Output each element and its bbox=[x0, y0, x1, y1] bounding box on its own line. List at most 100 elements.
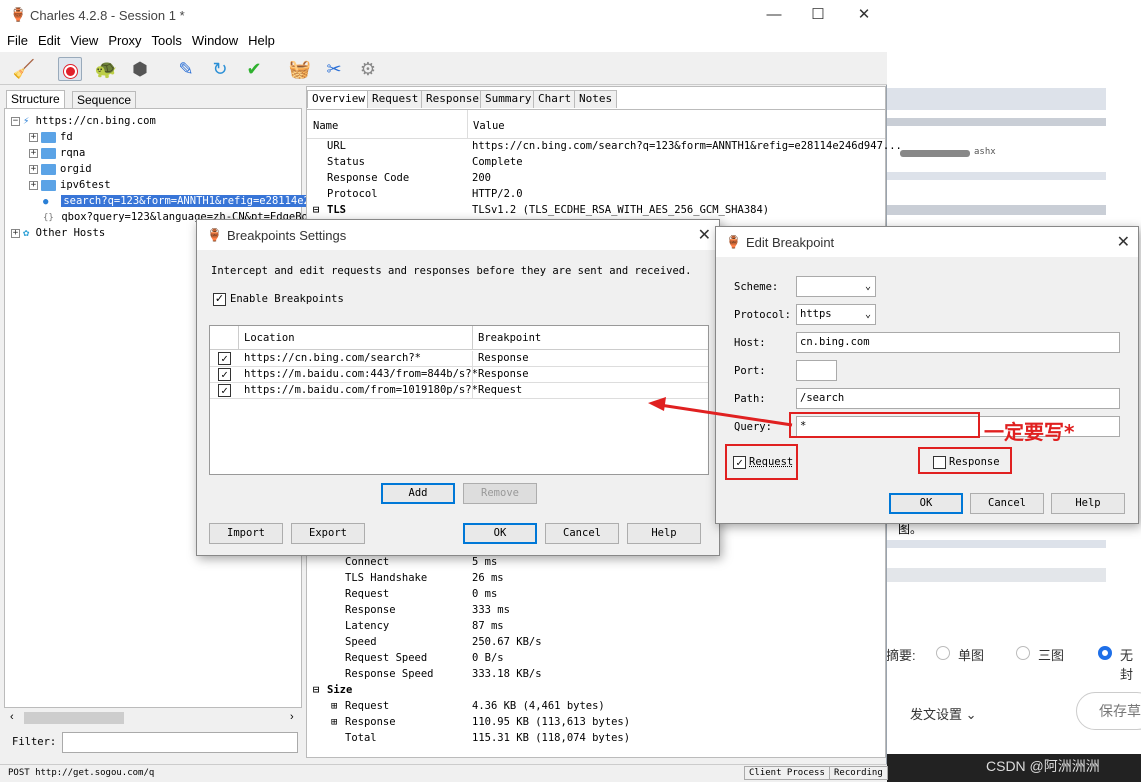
collapse-icon[interactable]: − bbox=[11, 116, 20, 126]
basket-icon[interactable]: 🧺 bbox=[288, 57, 312, 81]
menu-edit[interactable]: Edit bbox=[31, 30, 63, 48]
turtle-icon[interactable]: 🐢 bbox=[94, 57, 118, 81]
tree-host[interactable]: − ⚡ https://cn.bing.com bbox=[11, 113, 156, 129]
add-button[interactable]: Add bbox=[381, 483, 455, 504]
timing-row: Response 333 ms bbox=[345, 604, 510, 616]
radio-three[interactable] bbox=[1016, 646, 1030, 660]
dialog-title-bar: 🏺 Edit Breakpoint ✕ bbox=[716, 227, 1138, 257]
scroll-left-icon[interactable]: ‹ bbox=[10, 711, 14, 723]
annotation-text: 一定要写* bbox=[984, 420, 1075, 444]
save-draft-button[interactable]: 保存草 bbox=[1076, 692, 1141, 730]
tree-item[interactable]: + orgid bbox=[29, 161, 92, 177]
timing-row: Response Speed 333.18 KB/s bbox=[345, 668, 542, 680]
table-row[interactable]: ✓ https://m.baidu.com/from=1019180p/s?* … bbox=[210, 383, 708, 399]
import-button[interactable]: Import bbox=[209, 523, 283, 544]
tab-sequence[interactable]: Sequence bbox=[72, 91, 137, 109]
tree-other-hosts[interactable]: + ✿ Other Hosts bbox=[11, 225, 105, 241]
ok-button[interactable]: OK bbox=[889, 493, 963, 514]
expand-icon[interactable]: + bbox=[29, 148, 38, 158]
tab-structure[interactable]: Structure bbox=[6, 90, 65, 109]
expand-icon[interactable]: + bbox=[29, 180, 38, 190]
summary-label: 摘要: bbox=[886, 648, 916, 663]
publish-settings-link[interactable]: 发文设置 ⌄ bbox=[910, 704, 977, 723]
cancel-button[interactable]: Cancel bbox=[970, 493, 1044, 514]
menu-tools[interactable]: Tools bbox=[145, 30, 185, 48]
tab-summary[interactable]: Summary bbox=[480, 90, 537, 108]
radio-single[interactable] bbox=[936, 646, 950, 660]
ok-button[interactable]: OK bbox=[463, 523, 537, 544]
chevron-down-icon: ⌄ bbox=[965, 707, 977, 722]
request-icon: ● bbox=[43, 197, 49, 207]
lightning-icon: ⚡ bbox=[23, 115, 30, 127]
filter-input[interactable] bbox=[62, 732, 298, 753]
menu-window[interactable]: Window bbox=[185, 30, 241, 48]
enable-breakpoints-label: Enable Breakpoints bbox=[230, 293, 344, 305]
tree-item[interactable]: + fd bbox=[29, 129, 73, 145]
tab-notes[interactable]: Notes bbox=[574, 90, 618, 108]
json-icon: {} bbox=[43, 213, 54, 223]
expand-icon[interactable]: ⊟ bbox=[313, 202, 319, 218]
help-button[interactable]: Help bbox=[627, 523, 701, 544]
help-button[interactable]: Help bbox=[1051, 493, 1125, 514]
table-row[interactable]: ✓ https://m.baidu.com:443/from=844b/s?* … bbox=[210, 367, 708, 383]
cancel-button[interactable]: Cancel bbox=[545, 523, 619, 544]
menu-help[interactable]: Help bbox=[241, 30, 278, 48]
tab-chart[interactable]: Chart bbox=[533, 90, 577, 108]
path-input[interactable]: /search bbox=[796, 388, 1120, 409]
stop-icon[interactable]: ⬢ bbox=[128, 57, 152, 81]
port-input[interactable] bbox=[796, 360, 837, 381]
chevron-down-icon: ⌄ bbox=[864, 309, 871, 320]
maximize-icon[interactable]: ☐ bbox=[796, 4, 840, 26]
scheme-select[interactable]: ⌄ bbox=[796, 276, 876, 297]
protocol-select[interactable]: https ⌄ bbox=[796, 304, 876, 325]
tree-item-selected[interactable]: ● search?q=123&form=ANNTH1&refig=e28114e… bbox=[43, 193, 312, 209]
expand-icon[interactable]: + bbox=[11, 228, 20, 238]
host-input[interactable]: cn.bing.com bbox=[796, 332, 1120, 353]
expand-icon[interactable]: + bbox=[29, 164, 38, 174]
pen-icon[interactable]: ✎ bbox=[174, 57, 198, 81]
close-icon[interactable]: ✕ bbox=[1117, 232, 1130, 252]
status-bar: POST http://get.sogou.com/q Client Proce… bbox=[0, 764, 888, 782]
table-header: Location Breakpoint bbox=[210, 326, 708, 350]
record-icon[interactable] bbox=[58, 57, 82, 81]
tree-item[interactable]: + rqna bbox=[29, 145, 85, 161]
export-button[interactable]: Export bbox=[291, 523, 365, 544]
expand-icon[interactable]: + bbox=[29, 132, 38, 142]
expand-icon[interactable]: ⊞ bbox=[331, 698, 337, 714]
scroll-right-icon[interactable]: › bbox=[290, 711, 294, 723]
expand-icon[interactable]: ⊞ bbox=[331, 714, 337, 730]
close-icon[interactable]: ✕ bbox=[698, 225, 711, 245]
folder-icon bbox=[41, 179, 56, 191]
row-checkbox[interactable]: ✓ bbox=[218, 352, 231, 365]
menu-proxy[interactable]: Proxy bbox=[101, 30, 144, 48]
client-process-button[interactable]: Client Process bbox=[744, 766, 830, 780]
scheme-label: Scheme: bbox=[734, 281, 779, 293]
menu-bar: File Edit View Proxy Tools Window Help bbox=[0, 30, 887, 52]
tab-request[interactable]: Request bbox=[367, 90, 424, 108]
menu-view[interactable]: View bbox=[63, 30, 101, 48]
chevron-down-icon: ⌄ bbox=[864, 281, 871, 292]
radio-none[interactable] bbox=[1098, 646, 1112, 660]
refresh-icon[interactable]: ↻ bbox=[208, 57, 232, 81]
scroll-thumb[interactable] bbox=[24, 712, 124, 724]
check-icon[interactable]: ✔ bbox=[242, 57, 266, 81]
row-checkbox[interactable]: ✓ bbox=[218, 368, 231, 381]
tab-overview[interactable]: Overview bbox=[307, 90, 370, 108]
tab-response[interactable]: Response bbox=[421, 90, 484, 108]
gear-icon[interactable]: ⚙ bbox=[356, 57, 380, 81]
close-icon[interactable]: ✕ bbox=[842, 4, 886, 26]
minimize-icon[interactable]: — bbox=[752, 4, 796, 26]
dialog-title-bar: 🏺 Breakpoints Settings ✕ bbox=[197, 220, 719, 250]
broom-icon[interactable]: 🧹 bbox=[12, 57, 36, 81]
table-row[interactable]: ✓ https://cn.bing.com/search?* Response bbox=[210, 351, 708, 367]
recording-button[interactable]: Recording bbox=[829, 766, 888, 780]
expand-icon[interactable]: ⊟ bbox=[313, 682, 319, 698]
tools-icon[interactable]: ✂ bbox=[322, 57, 346, 81]
menu-file[interactable]: File bbox=[0, 30, 31, 48]
size-row: ⊟ Size bbox=[313, 682, 353, 698]
horizontal-scrollbar[interactable]: ‹ › bbox=[8, 708, 302, 728]
tree-item[interactable]: + ipv6test bbox=[29, 177, 111, 193]
row-checkbox[interactable]: ✓ bbox=[218, 384, 231, 397]
remove-button[interactable]: Remove bbox=[463, 483, 537, 504]
enable-breakpoints-checkbox[interactable]: ✓ bbox=[213, 293, 226, 306]
